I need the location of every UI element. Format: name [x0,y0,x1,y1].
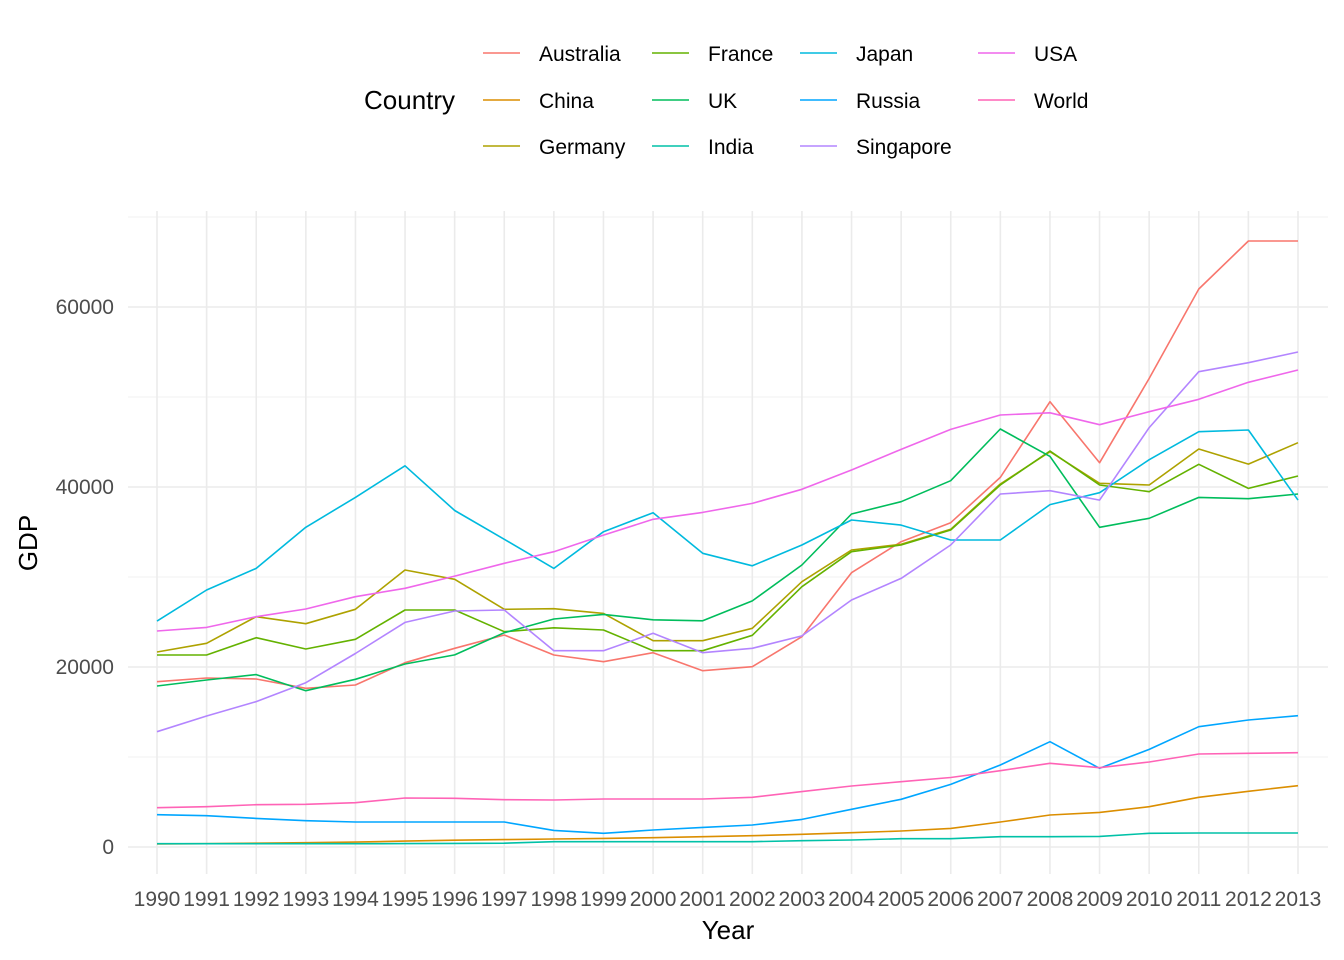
x-tick-label: 1997 [481,888,528,911]
x-tick-label: 2000 [630,888,677,911]
x-axis-title: Year [702,915,755,945]
x-tick-label: 2010 [1126,888,1173,911]
legend-label: China [539,90,594,113]
x-tick-label: 1992 [233,888,280,911]
legend-item-singapore: Singapore [800,136,952,159]
x-tick-label: 1994 [332,888,379,911]
x-tick-label: 1995 [382,888,429,911]
legend-label: Germany [539,136,626,159]
legend: Country Australia China Germany France UK Ind… [364,43,1088,159]
legend-title: Country [364,85,455,115]
x-tick-label: 2001 [679,888,726,911]
legend-label: World [1034,90,1088,113]
gdp-line-chart: Country Australia China Germany France UK Ind… [13,43,1328,945]
legend-item-china: China [483,90,594,113]
x-tick-label: 1996 [431,888,478,911]
legend-label: UK [708,90,737,113]
legend-label: Japan [856,43,913,66]
x-tick-label: 2009 [1076,888,1123,911]
series-line-australia [156,240,1298,690]
x-tick-label: 2002 [729,888,776,911]
series-line-japan [156,429,1299,622]
y-tick-label: 0 [102,836,114,859]
x-tick-label: 2011 [1176,888,1221,911]
y-axis: 0 20000 40000 60000 [56,296,114,859]
series-line-world [156,751,1299,809]
x-tick-label: 1991 [183,888,230,911]
x-tick-label: 2003 [779,888,826,911]
legend-item-japan: Japan [800,43,913,66]
y-axis-title: GDP [13,515,43,571]
x-tick-label: 2004 [828,888,875,911]
legend-label: Singapore [856,136,952,159]
x-tick-label: 1998 [531,888,578,911]
x-axis: 1990 1991 1992 1993 1994 1995 1996 1997 1998 1999… [134,888,1322,911]
series-line-france [157,450,1299,656]
y-tick-label: 60000 [56,296,114,319]
x-tick-label: 2012 [1225,888,1272,911]
legend-item-usa: USA [978,43,1077,66]
series-line-russia [156,714,1299,835]
grid-major-x [156,211,1299,874]
legend-label: Russia [856,90,921,113]
x-tick-label: 1993 [282,888,329,911]
legend-item-germany: Germany [483,136,626,159]
legend-label: India [708,136,754,159]
plot-panel [128,211,1328,874]
legend-item-australia: Australia [483,43,621,66]
x-tick-label: 1999 [580,888,627,911]
series-line-singapore [156,351,1299,733]
legend-item-india: India [652,136,754,159]
legend-item-world: World [978,90,1088,113]
legend-label: USA [1034,43,1077,66]
x-tick-label: 1990 [134,888,181,911]
x-tick-label: 2005 [878,888,925,911]
y-tick-label: 40000 [56,476,114,499]
x-tick-label: 2013 [1275,888,1322,911]
x-tick-label: 2007 [977,888,1024,911]
series-lines [156,240,1299,845]
legend-label: France [708,43,773,66]
x-tick-label: 2008 [1027,888,1074,911]
series-line-usa [156,369,1299,632]
legend-item-uk: UK [652,90,737,113]
x-tick-label: 2006 [927,888,974,911]
legend-item-france: France [652,43,773,66]
legend-label: Australia [539,43,621,66]
y-tick-label: 20000 [56,656,114,679]
legend-item-russia: Russia [800,90,921,113]
